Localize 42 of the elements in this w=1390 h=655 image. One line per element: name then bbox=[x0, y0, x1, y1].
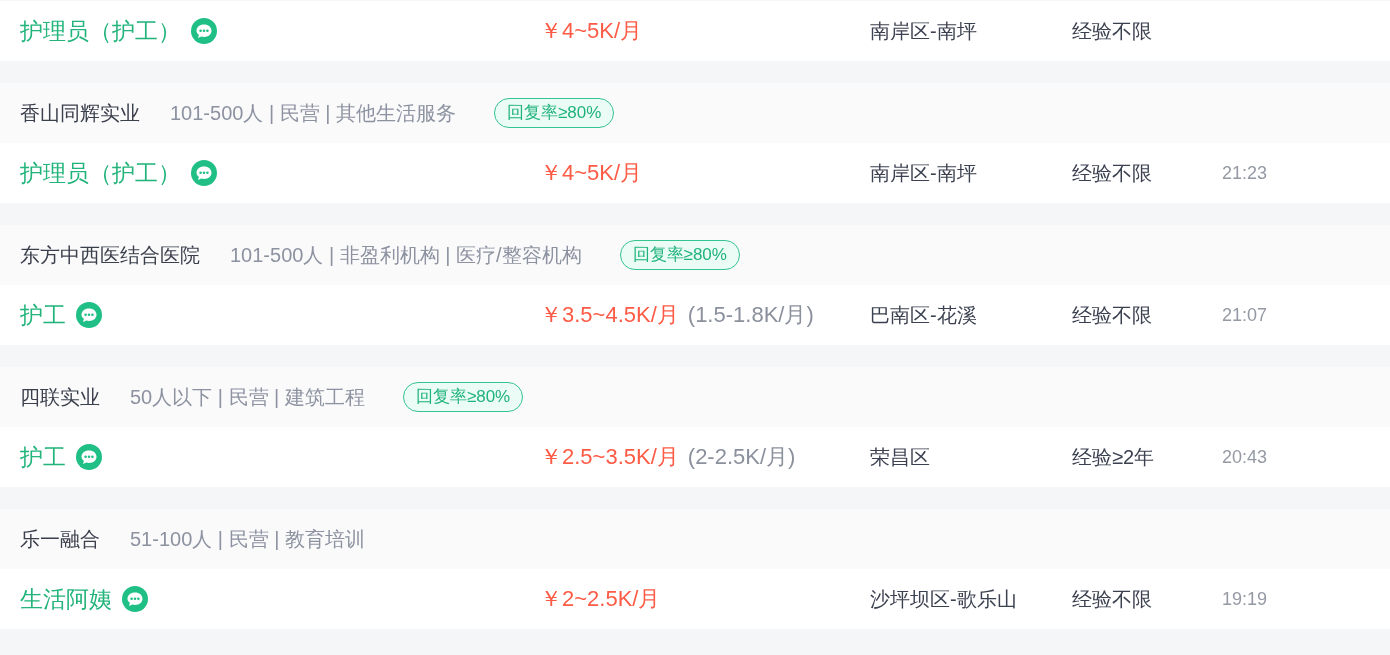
experience-requirement: 经验≥2年 bbox=[1072, 445, 1155, 468]
experience-requirement: 经验不限 bbox=[1072, 161, 1152, 184]
job-title[interactable]: 护工 bbox=[20, 441, 66, 473]
job-location: 沙坪坝区-歌乐山 bbox=[870, 587, 1017, 610]
job-location: 南岸区-南坪 bbox=[870, 161, 977, 184]
post-time: 21:23 bbox=[1222, 162, 1268, 183]
experience-requirement: 经验不限 bbox=[1072, 303, 1152, 326]
reply-rate-badge: 回复率≥80% bbox=[619, 240, 740, 270]
chat-bubble-icon[interactable] bbox=[76, 444, 102, 470]
chat-bubble-icon[interactable] bbox=[191, 160, 217, 186]
salary-range: ￥2.5~3.5K/月 bbox=[540, 443, 679, 471]
salary-range: ￥4~5K/月 bbox=[540, 159, 643, 187]
job-location: 南岸区-南坪 bbox=[870, 19, 977, 42]
chat-bubble-icon[interactable] bbox=[191, 18, 217, 44]
experience-requirement: 经验不限 bbox=[1072, 19, 1152, 42]
salary-range: ￥2~2.5K/月 bbox=[540, 585, 661, 613]
company-name[interactable]: 香山同辉实业 bbox=[20, 99, 140, 127]
reply-rate-badge: 回复率≥80% bbox=[494, 98, 615, 128]
job-title[interactable]: 护理员（护工） bbox=[20, 157, 181, 189]
chat-bubble-icon[interactable] bbox=[122, 586, 148, 612]
company-info: 101-500人 | 非盈利机构 | 医疗/整容机构 bbox=[230, 242, 582, 268]
post-time: 21:07 bbox=[1222, 304, 1268, 325]
salary-note: (2-2.5K/月) bbox=[687, 443, 796, 471]
salary-note: (1.5-1.8K/月) bbox=[687, 301, 814, 329]
job-title[interactable]: 护理员（护工） bbox=[20, 15, 181, 47]
company-info: 101-500人 | 民营 | 其他生活服务 bbox=[170, 100, 456, 126]
company-name[interactable]: 东方中西医结合医院 bbox=[20, 241, 200, 269]
salary-range: ￥3.5~4.5K/月 bbox=[540, 301, 679, 329]
salary-range: ￥4~5K/月 bbox=[540, 17, 643, 45]
experience-requirement: 经验不限 bbox=[1072, 587, 1152, 610]
post-time: 19:19 bbox=[1222, 588, 1268, 609]
chat-bubble-icon[interactable] bbox=[76, 302, 102, 328]
company-info: 51-100人 | 民营 | 教育培训 bbox=[130, 526, 365, 552]
job-title[interactable]: 护工 bbox=[20, 299, 66, 331]
reply-rate-badge: 回复率≥80% bbox=[402, 382, 524, 412]
company-name[interactable]: 四联实业 bbox=[20, 383, 100, 411]
company-name[interactable]: 乐一融合 bbox=[20, 525, 100, 553]
job-location: 荣昌区 bbox=[870, 445, 930, 468]
post-time: 20:43 bbox=[1222, 446, 1268, 467]
job-location: 巴南区-花溪 bbox=[870, 303, 977, 326]
company-info: 50人以下 | 民营 | 建筑工程 bbox=[130, 384, 365, 410]
job-title[interactable]: 生活阿姨 bbox=[20, 583, 112, 615]
